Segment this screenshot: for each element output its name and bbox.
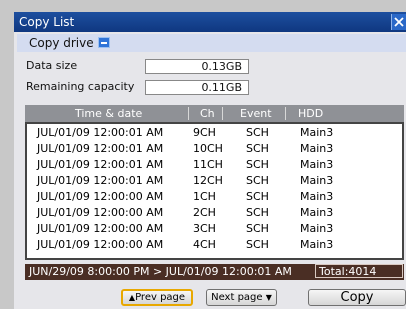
row-hdd: Main3: [300, 126, 334, 139]
drive-icon[interactable]: [98, 37, 110, 48]
table-row[interactable]: JUL/01/09 12:00:01 AM 9CH SCH Main3: [27, 125, 402, 141]
row-ch: 12CH: [193, 174, 223, 187]
row-time: JUL/01/09 12:00:00 AM: [37, 222, 164, 235]
row-time: JUL/01/09 12:00:00 AM: [37, 190, 164, 203]
row-time: JUL/01/09 12:00:00 AM: [37, 206, 164, 219]
row-ch: 3CH: [193, 222, 216, 235]
status-bar: JUN/29/09 8:00:00 PM > JUL/01/09 12:00:0…: [25, 264, 404, 280]
close-icon[interactable]: [391, 14, 406, 30]
row-time: JUL/01/09 12:00:01 AM: [37, 126, 164, 139]
table-row[interactable]: JUL/01/09 12:00:01 AM 12CH SCH Main3: [27, 173, 402, 189]
table-row[interactable]: JUL/01/09 12:00:01 AM 10CH SCH Main3: [27, 141, 402, 157]
table-header: Time & date Ch Event HDD: [25, 105, 404, 122]
row-hdd: Main3: [300, 158, 334, 171]
row-hdd: Main3: [300, 206, 334, 219]
table-row[interactable]: JUL/01/09 12:00:00 AM 3CH SCH Main3: [27, 221, 402, 237]
row-event: SCH: [246, 158, 269, 171]
row-hdd: Main3: [300, 238, 334, 251]
column-header-time: Time & date: [75, 107, 143, 120]
copy-list-table: JUL/01/09 12:00:01 AM 9CH SCH Main3 JUL/…: [25, 122, 404, 260]
copy-drive-bar: Copy drive: [17, 34, 406, 52]
title-bar: Copy List: [14, 12, 406, 32]
row-event: SCH: [246, 238, 269, 251]
row-event: SCH: [246, 206, 269, 219]
row-ch: 9CH: [193, 126, 216, 139]
data-size-label: Data size: [26, 59, 78, 72]
row-event: SCH: [246, 142, 269, 155]
row-time: JUL/01/09 12:00:01 AM: [37, 174, 164, 187]
column-header-event: Event: [240, 107, 272, 120]
row-time: JUL/01/09 12:00:01 AM: [37, 158, 164, 171]
row-event: SCH: [246, 190, 269, 203]
row-event: SCH: [246, 222, 269, 235]
row-ch: 4CH: [193, 238, 216, 251]
table-row[interactable]: JUL/01/09 12:00:01 AM 11CH SCH Main3: [27, 157, 402, 173]
table-row[interactable]: JUL/01/09 12:00:00 AM 1CH SCH Main3: [27, 189, 402, 205]
column-header-ch: Ch: [200, 107, 215, 120]
row-ch: 10CH: [193, 142, 223, 155]
total-count: Total:4014: [315, 264, 403, 278]
copy-button[interactable]: Copy: [308, 289, 406, 306]
row-hdd: Main3: [300, 190, 334, 203]
copy-button-label: Copy: [340, 290, 374, 305]
prev-page-label: Prev page: [135, 292, 186, 303]
remaining-capacity-label: Remaining capacity: [26, 80, 135, 93]
row-time: JUL/01/09 12:00:01 AM: [37, 142, 164, 155]
data-size-value: 0.13GB: [145, 59, 249, 74]
date-range-text: JUN/29/09 8:00:00 PM > JUL/01/09 12:00:0…: [29, 265, 292, 278]
prev-page-button[interactable]: ▲Prev page: [121, 289, 193, 306]
table-row[interactable]: JUL/01/09 12:00:00 AM 4CH SCH Main3: [27, 237, 402, 253]
copy-drive-label: Copy drive: [29, 36, 94, 50]
row-event: SCH: [246, 174, 269, 187]
row-event: SCH: [246, 126, 269, 139]
row-ch: 11CH: [193, 158, 223, 171]
row-ch: 1CH: [193, 190, 216, 203]
row-hdd: Main3: [300, 222, 334, 235]
next-page-button[interactable]: Next page ▼: [206, 289, 277, 306]
row-hdd: Main3: [300, 174, 334, 187]
triangle-down-icon: ▼: [265, 293, 272, 302]
table-row[interactable]: JUL/01/09 12:00:00 AM 2CH SCH Main3: [27, 205, 402, 221]
row-time: JUL/01/09 12:00:00 AM: [37, 238, 164, 251]
window-title: Copy List: [19, 15, 75, 29]
row-hdd: Main3: [300, 142, 334, 155]
copy-list-window: Copy List Copy drive Data size 0.13GB Re…: [14, 12, 406, 309]
next-page-label: Next page: [211, 292, 263, 303]
row-ch: 2CH: [193, 206, 216, 219]
column-header-hdd: HDD: [298, 107, 324, 120]
remaining-capacity-value: 0.11GB: [145, 80, 249, 95]
